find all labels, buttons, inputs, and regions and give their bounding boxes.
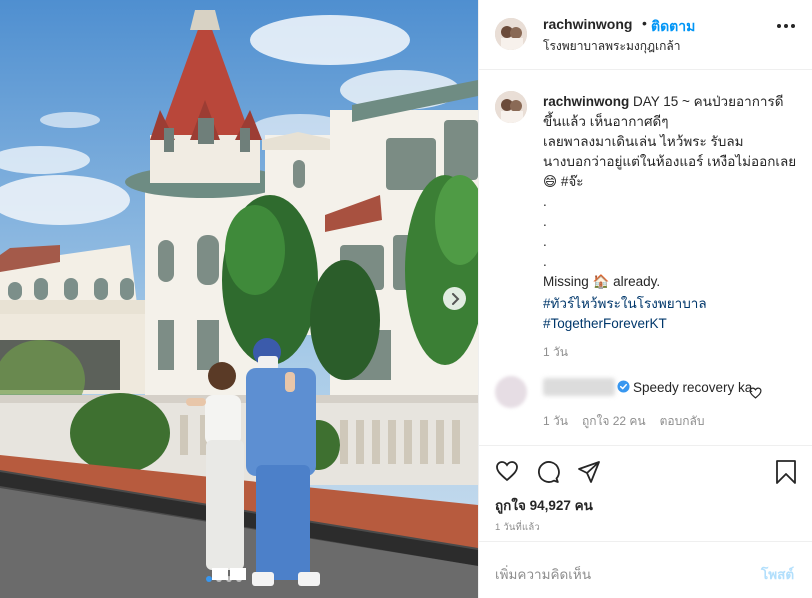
verified-badge-icon <box>617 380 630 393</box>
photo-scene <box>0 0 478 598</box>
comment-text: Speedy recovery ka <box>633 380 753 395</box>
carousel-dot <box>216 576 222 582</box>
comment-time: 1 วัน <box>543 414 568 428</box>
post-date: 1 วันที่แล้ว <box>495 522 540 533</box>
caption-body: DAY 15 ~ คนป่วยอาการดีขึ้นแล้ว เห็นอากาศ… <box>543 94 797 289</box>
comment-bubble-icon[interactable] <box>536 460 560 484</box>
author-username[interactable]: rachwinwong <box>543 16 632 32</box>
comment-like-icon[interactable] <box>749 387 762 399</box>
instagram-post: rachwinwong • ติดตาม โรงพยาบาลพระมงกุฎเก… <box>0 0 812 598</box>
reply-button[interactable]: ตอบกลับ <box>660 412 705 431</box>
follow-button[interactable]: ติดตาม <box>651 16 695 38</box>
post-sidebar: rachwinwong • ติดตาม โรงพยาบาลพระมงกุฎเก… <box>478 0 812 598</box>
bookmark-save-icon[interactable] <box>775 460 797 484</box>
commenter-avatar[interactable] <box>495 376 527 408</box>
comment-item: Speedy recovery ka 1 วัน ถูกใจ 22 คน ตอบ… <box>495 372 800 432</box>
hashtag-link[interactable]: #ทัวร์ไหว้พระในโรงพยาบาล <box>543 294 798 314</box>
carousel-dot <box>206 576 212 582</box>
header-separator: • <box>642 15 647 31</box>
share-paper-plane-icon[interactable] <box>577 460 601 484</box>
avatar-photo <box>495 91 527 123</box>
carousel-dot <box>236 576 242 582</box>
post-comment-button[interactable]: โพสต์ <box>761 563 794 585</box>
caption-avatar[interactable] <box>495 91 527 123</box>
post-header: rachwinwong • ติดตาม โรงพยาบาลพระมงกุฎเก… <box>479 0 812 70</box>
more-options-icon[interactable] <box>777 24 795 28</box>
carousel-indicator <box>206 576 242 582</box>
chevron-right-icon <box>451 292 459 305</box>
caption-username[interactable]: rachwinwong <box>543 94 629 109</box>
comment-input[interactable]: เพิ่มความคิดเห็น <box>495 563 591 585</box>
comment-meta: 1 วัน ถูกใจ 22 คน ตอบกลับ <box>543 412 704 431</box>
caption-hashtags: #ทัวร์ไหว้พระในโรงพยาบาล #TogetherForeve… <box>543 294 798 334</box>
caption-time: 1 วัน <box>543 345 568 359</box>
caption-text: rachwinwong DAY 15 ~ คนป่วยอาการดีขึ้นแล… <box>543 92 798 292</box>
author-avatar[interactable] <box>495 18 527 50</box>
like-heart-icon[interactable] <box>495 460 519 482</box>
action-icons <box>495 460 601 484</box>
carousel-dot <box>226 576 232 582</box>
add-comment-bar: เพิ่มความคิดเห็น โพสต์ <box>479 541 812 598</box>
post-photo[interactable] <box>0 0 478 598</box>
comment-likes[interactable]: ถูกใจ 22 คน <box>582 412 646 431</box>
avatar-photo <box>495 18 527 50</box>
like-count[interactable]: ถูกใจ 94,927 คน <box>495 494 593 516</box>
post-location[interactable]: โรงพยาบาลพระมงกุฎเกล้า <box>543 37 681 56</box>
post-actions: ถูกใจ 94,927 คน 1 วันที่แล้ว <box>479 445 812 541</box>
hashtag-link[interactable]: #TogetherForeverKT <box>543 314 798 334</box>
commenter-username-blurred[interactable] <box>543 378 615 396</box>
carousel-next-button[interactable] <box>443 287 466 310</box>
